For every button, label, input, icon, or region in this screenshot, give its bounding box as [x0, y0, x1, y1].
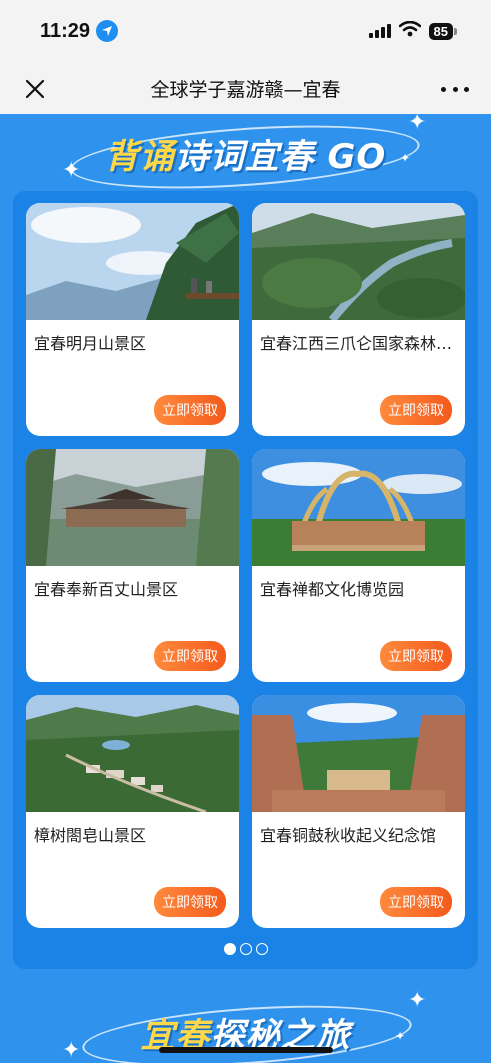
attraction-photo [26, 449, 239, 566]
attraction-name: 宜春禅都文化博览园 [260, 580, 405, 599]
attractions-panel: 宜春明月山景区 立即领取 宜春江西三爪仑国家森林公园 立即领取 宜春奉新百丈山景… [13, 191, 478, 969]
home-indicator [159, 1047, 333, 1053]
attraction-card[interactable]: 宜春铜鼓秋收起义纪念馆 立即领取 [252, 695, 465, 928]
sparkle-icon: ✦ [408, 988, 427, 1013]
banner-title-highlight: 背诵 [104, 136, 175, 177]
pager-dot[interactable] [223, 943, 236, 955]
attraction-name: 樟树閤皂山景区 [34, 826, 147, 845]
attraction-photo [252, 695, 465, 812]
claim-button[interactable]: 立即领取 [154, 641, 226, 671]
pager-dot[interactable] [239, 943, 252, 955]
attraction-photo [26, 695, 239, 812]
close-icon[interactable] [22, 76, 48, 102]
claim-button[interactable]: 立即领取 [380, 887, 452, 917]
sparkle-icon: ✦ [400, 151, 411, 165]
status-time: 11:29 [40, 19, 91, 42]
attraction-name: 宜春江西三爪仑国家森林公园 [260, 334, 465, 353]
claim-button[interactable]: 立即领取 [380, 395, 452, 425]
page-title: 全球学子嘉游赣—宜春 [150, 78, 341, 101]
sparkle-icon: ✦ [408, 110, 427, 135]
attraction-card[interactable]: 宜春江西三爪仑国家森林公园 立即领取 [252, 203, 465, 436]
location-arrow-icon [96, 20, 119, 42]
attraction-name: 宜春明月山景区 [34, 334, 147, 353]
claim-button[interactable]: 立即领取 [380, 641, 452, 671]
claim-button[interactable]: 立即领取 [154, 395, 226, 425]
banner-title-main: 诗词宜春 GO [174, 136, 387, 177]
sparkle-icon: ✦ [62, 158, 81, 183]
battery-level: 85 [428, 22, 453, 40]
claim-button[interactable]: 立即领取 [154, 887, 226, 917]
attraction-photo [252, 203, 465, 320]
more-options-icon[interactable] [441, 76, 469, 102]
sparkle-icon: ✦ [62, 1038, 81, 1063]
attraction-name: 宜春奉新百丈山景区 [34, 580, 179, 599]
attraction-photo [26, 203, 239, 320]
wifi-icon [398, 20, 421, 41]
pager-dot[interactable] [255, 943, 268, 955]
nav-bar: 全球学子嘉游赣—宜春 [0, 62, 491, 114]
cellular-signal-icon [368, 24, 391, 38]
attraction-photo [252, 449, 465, 566]
attraction-card[interactable]: 宜春禅都文化博览园 立即领取 [252, 449, 465, 682]
attraction-name: 宜春铜鼓秋收起义纪念馆 [260, 826, 437, 845]
sparkle-icon: ✦ [395, 1029, 406, 1043]
carousel-pager [0, 943, 491, 955]
attraction-card[interactable]: 宜春奉新百丈山景区 立即领取 [26, 449, 239, 682]
attraction-card[interactable]: 宜春明月山景区 立即领取 [26, 203, 239, 436]
status-bar: 11:29 85 [0, 0, 491, 62]
attraction-card[interactable]: 樟树閤皂山景区 立即领取 [26, 695, 239, 928]
battery-icon: 85 [428, 22, 457, 40]
